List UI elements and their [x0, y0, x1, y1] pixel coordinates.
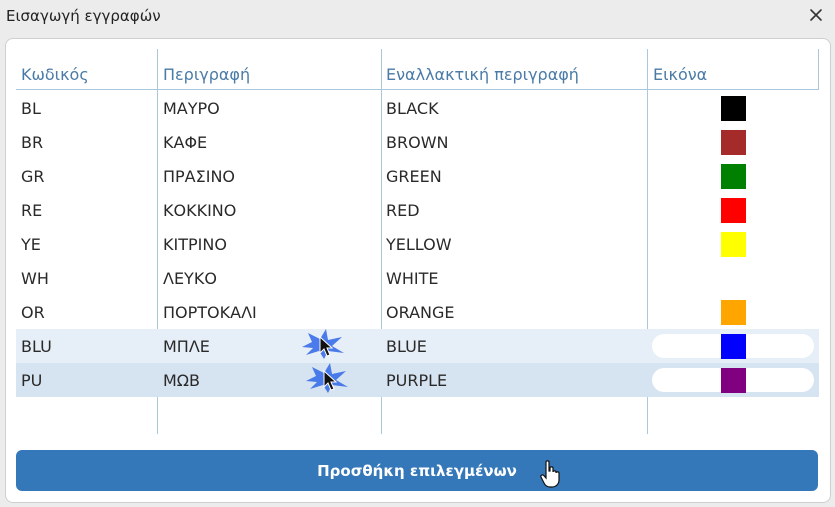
column-header-alt-description[interactable]: Εναλλακτική περιγραφή: [386, 65, 579, 84]
table-row[interactable]: PU ΜΩΒ PURPLE: [16, 363, 819, 397]
cell-alt-description: WHITE: [386, 269, 439, 288]
table-row[interactable]: WH ΛΕΥΚΟ WHITE: [16, 261, 819, 295]
close-icon[interactable]: [805, 4, 827, 26]
table-row[interactable]: OR ΠΟΡΤΟΚΑΛΙ ORANGE: [16, 295, 819, 329]
cell-code: PU: [21, 371, 43, 390]
color-swatch: [721, 164, 746, 189]
add-selected-button[interactable]: Προσθήκη επιλεγμένων: [16, 450, 818, 491]
records-table: Κωδικός Περιγραφή Εναλλακτική περιγραφή …: [16, 49, 819, 434]
records-panel: Κωδικός Περιγραφή Εναλλακτική περιγραφή …: [5, 38, 831, 503]
table-row[interactable]: BL ΜΑΥΡΟ BLACK: [16, 91, 819, 125]
cell-code: BR: [21, 133, 44, 152]
cell-description: ΚΟΚΚΙΝΟ: [163, 201, 237, 220]
color-swatch: [721, 130, 746, 155]
table-row[interactable]: BR ΚΑΦΕ BROWN: [16, 125, 819, 159]
title-bar: Εισαγωγή εγγραφών: [0, 0, 835, 34]
cell-alt-description: RED: [386, 201, 420, 220]
window-title: Εισαγωγή εγγραφών: [6, 7, 161, 25]
cell-code: RE: [21, 201, 43, 220]
cell-description: ΛΕΥΚΟ: [163, 269, 217, 288]
column-header-description[interactable]: Περιγραφή: [163, 65, 250, 84]
cell-code: OR: [21, 303, 45, 322]
color-swatch: [721, 96, 746, 121]
cell-alt-description: BROWN: [386, 133, 449, 152]
cell-code: BLU: [21, 337, 52, 356]
table-row[interactable]: YE ΚΙΤΡΙΝΟ YELLOW: [16, 227, 819, 261]
cell-code: WH: [21, 269, 49, 288]
click-burst-icon: [302, 359, 352, 400]
color-swatch: [721, 334, 746, 359]
cell-alt-description: PURPLE: [386, 371, 448, 390]
cell-description: ΚΑΦΕ: [163, 133, 208, 152]
cell-description: ΠΟΡΤΟΚΑΛΙ: [163, 303, 257, 322]
cell-description: ΜΑΥΡΟ: [163, 99, 220, 118]
color-swatch: [721, 368, 746, 393]
add-selected-label: Προσθήκη επιλεγμένων: [317, 461, 517, 480]
cell-description: ΚΙΤΡΙΝΟ: [163, 235, 227, 254]
cell-description: ΜΠΛΕ: [163, 337, 210, 356]
cell-code: YE: [21, 235, 41, 254]
table-row[interactable]: BLU ΜΠΛΕ BLUE: [16, 329, 819, 363]
column-header-code[interactable]: Κωδικός: [21, 65, 89, 84]
cell-code: GR: [21, 167, 45, 186]
table-row[interactable]: RE ΚΟΚΚΙΝΟ RED: [16, 193, 819, 227]
table-row[interactable]: GR ΠΡΑΣΙΝΟ GREEN: [16, 159, 819, 193]
cell-alt-description: ORANGE: [386, 303, 455, 322]
color-swatch: [721, 232, 746, 257]
color-swatch: [721, 198, 746, 223]
column-divider: [818, 49, 819, 89]
cell-alt-description: GREEN: [386, 167, 442, 186]
cell-description: ΠΡΑΣΙΝΟ: [163, 167, 236, 186]
header-divider: [16, 89, 819, 90]
cell-alt-description: YELLOW: [386, 235, 452, 254]
cell-alt-description: BLUE: [386, 337, 427, 356]
color-swatch: [721, 300, 746, 325]
color-swatch: [721, 266, 746, 291]
hand-pointer-icon: [540, 460, 560, 493]
cell-alt-description: BLACK: [386, 99, 439, 118]
column-header-image[interactable]: Εικόνα: [653, 65, 707, 84]
cell-description: ΜΩΒ: [163, 371, 201, 390]
cell-code: BL: [21, 99, 41, 118]
